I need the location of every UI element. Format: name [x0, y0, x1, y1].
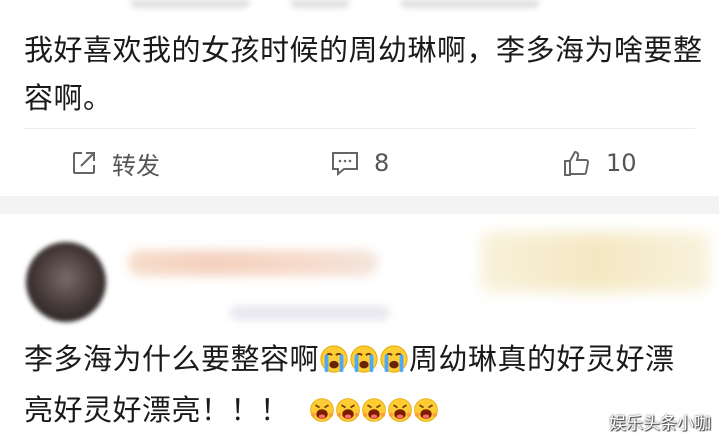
- comment-icon: [330, 149, 360, 177]
- post-action-bar: 转发 8 10: [0, 140, 719, 186]
- truncated-previous-text: [0, 0, 719, 18]
- section-gap: [0, 196, 719, 214]
- screaming-face-icon: [387, 390, 413, 436]
- share-icon: [70, 149, 98, 177]
- crying-face-icon: [349, 341, 379, 387]
- weibo-post: 我好喜欢我的女孩时候的周幼琳啊，李多海为啥要整容啊。 转发 8 10: [0, 0, 719, 200]
- screaming-face-icon: [413, 390, 439, 436]
- username-blurred: [128, 250, 378, 276]
- watermark: 娱乐头条小咖: [587, 409, 711, 434]
- divider: [24, 128, 695, 129]
- comment-count: 8: [374, 149, 390, 177]
- crying-emoji-group: [319, 342, 409, 376]
- like-button[interactable]: 10: [562, 140, 637, 186]
- repost-label: 转发: [112, 151, 160, 180]
- screaming-face-icon: [309, 390, 335, 436]
- post-text: 我好喜欢我的女孩时候的周幼琳啊，李多海为啥要整容啊。: [24, 33, 703, 115]
- screaming-face-icon: [335, 390, 361, 436]
- comment-item: 李多海为什么要整容啊 周幼琳真的好灵好漂亮好灵好漂亮！！！ 娱乐头条小咖: [0, 214, 719, 444]
- screaming-face-icon: [361, 390, 387, 436]
- comment-button[interactable]: 8: [330, 140, 389, 186]
- comment-text-part1: 李多海为什么要整容啊: [24, 342, 320, 376]
- thumbs-up-icon: [562, 148, 592, 178]
- watermark-text: 娱乐头条小咖: [609, 414, 711, 434]
- like-count: 10: [606, 149, 637, 177]
- badge-blurred: [480, 232, 710, 292]
- repost-button[interactable]: 转发: [70, 140, 160, 186]
- comment-meta-blurred: [230, 306, 390, 320]
- avatar[interactable]: [26, 242, 106, 322]
- watermark-logo-icon: [587, 413, 605, 431]
- screaming-emoji-group: [309, 393, 439, 427]
- crying-face-icon: [379, 341, 409, 387]
- crying-face-icon: [319, 341, 349, 387]
